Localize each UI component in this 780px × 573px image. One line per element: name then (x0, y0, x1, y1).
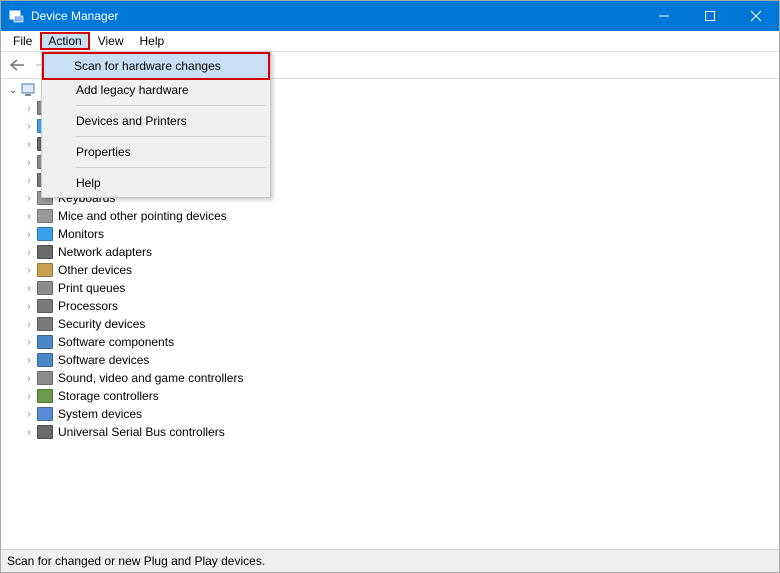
chevron-right-icon[interactable]: › (23, 174, 35, 186)
status-bar: Scan for changed or new Plug and Play de… (1, 549, 779, 572)
tree-node-label: Monitors (56, 227, 106, 241)
tree-node-printer[interactable]: › Print queues (1, 279, 779, 297)
menu-view[interactable]: View (90, 32, 132, 50)
chevron-right-icon[interactable]: › (23, 246, 35, 258)
chevron-right-icon[interactable]: › (23, 264, 35, 276)
chevron-right-icon[interactable]: › (23, 300, 35, 312)
menu-item-add-legacy-hardware[interactable]: Add legacy hardware (44, 78, 268, 102)
menu-separator (76, 105, 266, 106)
chevron-right-icon[interactable]: › (23, 336, 35, 348)
chevron-right-icon[interactable]: › (23, 408, 35, 420)
tree-node-security[interactable]: › Security devices (1, 315, 779, 333)
printer-icon (37, 280, 53, 296)
close-button[interactable] (733, 1, 779, 31)
chevron-right-icon[interactable]: › (23, 372, 35, 384)
chevron-right-icon[interactable]: › (23, 318, 35, 330)
chevron-right-icon[interactable]: › (23, 102, 35, 114)
computer-icon (21, 82, 37, 98)
action-menu-dropdown: Scan for hardware changesAdd legacy hard… (41, 51, 271, 198)
app-icon (9, 8, 25, 24)
chevron-right-icon[interactable]: › (23, 120, 35, 132)
other-icon (37, 262, 53, 278)
tree-node-label: Processors (56, 299, 120, 313)
chevron-right-icon[interactable]: › (23, 192, 35, 204)
chevron-right-icon[interactable]: › (23, 228, 35, 240)
menu-separator (76, 167, 266, 168)
system-icon (37, 406, 53, 422)
chevron-right-icon[interactable]: › (23, 156, 35, 168)
title-bar: Device Manager (1, 1, 779, 31)
minimize-button[interactable] (641, 1, 687, 31)
swd-icon (37, 352, 53, 368)
menu-help[interactable]: Help (132, 32, 173, 50)
tree-node-swd[interactable]: › Software devices (1, 351, 779, 369)
sound-icon (37, 370, 53, 386)
menu-file[interactable]: File (5, 32, 40, 50)
tree-node-label: Storage controllers (56, 389, 161, 403)
storage-icon (37, 388, 53, 404)
tree-node-monitor[interactable]: › Monitors (1, 225, 779, 243)
tree-node-storage[interactable]: › Storage controllers (1, 387, 779, 405)
tree-node-mouse[interactable]: › Mice and other pointing devices (1, 207, 779, 225)
tree-node-label: Other devices (56, 263, 134, 277)
network-icon (37, 244, 53, 260)
chevron-right-icon[interactable]: › (23, 354, 35, 366)
usb-icon (37, 424, 53, 440)
mouse-icon (37, 208, 53, 224)
tree-node-label: Security devices (56, 317, 147, 331)
maximize-button[interactable] (687, 1, 733, 31)
menu-item-devices-and-printers[interactable]: Devices and Printers (44, 109, 268, 133)
cpu-icon (37, 298, 53, 314)
menu-item-help[interactable]: Help (44, 171, 268, 195)
tree-node-cpu[interactable]: › Processors (1, 297, 779, 315)
swc-icon (37, 334, 53, 350)
menu-item-scan-for-hardware-changes[interactable]: Scan for hardware changes (42, 52, 270, 80)
tree-node-sound[interactable]: › Sound, video and game controllers (1, 369, 779, 387)
menu-action[interactable]: Action (40, 32, 89, 50)
chevron-right-icon[interactable]: › (23, 138, 35, 150)
menu-item-properties[interactable]: Properties (44, 140, 268, 164)
menu-separator (76, 136, 266, 137)
tree-node-label: Network adapters (56, 245, 154, 259)
tree-node-label: Mice and other pointing devices (56, 209, 229, 223)
window-title: Device Manager (31, 9, 641, 23)
tree-node-label: Universal Serial Bus controllers (56, 425, 227, 439)
expand-icon[interactable]: ⌄ (7, 84, 19, 96)
tree-node-system[interactable]: › System devices (1, 405, 779, 423)
tree-node-label: Sound, video and game controllers (56, 371, 245, 385)
tree-node-usb[interactable]: › Universal Serial Bus controllers (1, 423, 779, 441)
chevron-right-icon[interactable]: › (23, 210, 35, 222)
tree-node-label: Print queues (56, 281, 127, 295)
security-icon (37, 316, 53, 332)
tree-node-other[interactable]: › Other devices (1, 261, 779, 279)
tree-node-label: System devices (56, 407, 144, 421)
menu-bar: FileActionViewHelpScan for hardware chan… (1, 31, 779, 51)
tree-node-swc[interactable]: › Software components (1, 333, 779, 351)
tree-node-label: Software devices (56, 353, 151, 367)
tree-node-network[interactable]: › Network adapters (1, 243, 779, 261)
chevron-right-icon[interactable]: › (23, 282, 35, 294)
chevron-right-icon[interactable]: › (23, 426, 35, 438)
chevron-right-icon[interactable]: › (23, 390, 35, 402)
back-button[interactable] (5, 54, 29, 76)
monitor-icon (37, 226, 53, 242)
tree-node-label: Software components (56, 335, 176, 349)
status-text: Scan for changed or new Plug and Play de… (7, 554, 265, 568)
